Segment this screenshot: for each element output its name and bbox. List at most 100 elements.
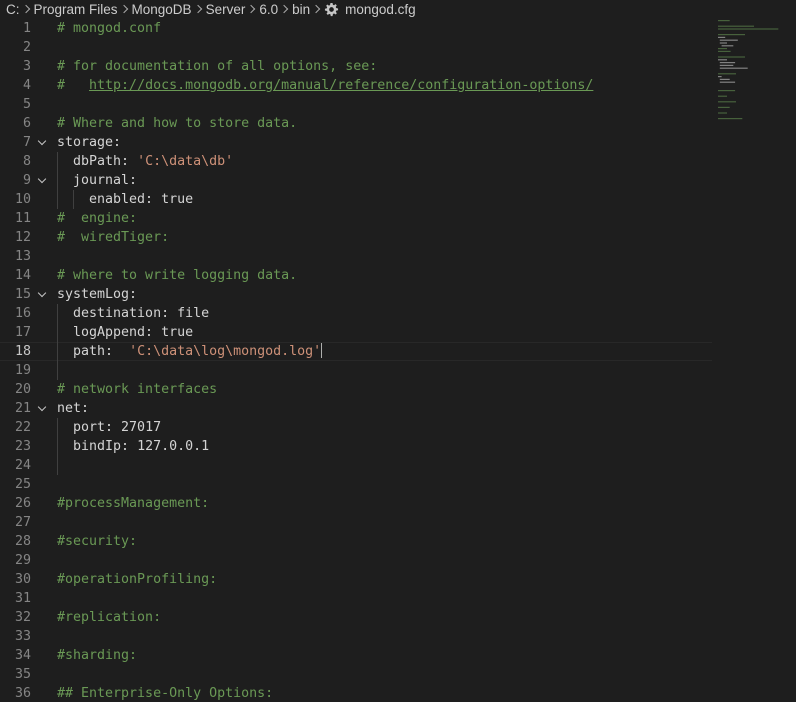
comment-text: # where to write logging data. [57,268,298,283]
line-number: 29 [14,553,31,568]
code-line[interactable]: 13 [0,247,712,266]
code-line[interactable]: 11 # engine: [0,209,712,228]
minimap-line [718,25,754,27]
yaml-key: port: [57,420,122,435]
code-line[interactable]: 10 enabled: true [0,190,712,209]
line-number: 34 [14,648,31,663]
breadcrumb-item-server[interactable]: Server [206,2,246,17]
code-line[interactable]: 36 ## Enterprise-Only Options: [0,684,712,702]
code-line[interactable]: 9 journal: [0,171,712,190]
line-number: 16 [14,306,31,321]
line-content: # mongod.conf [57,19,161,38]
minimap-line [718,118,743,120]
code-line[interactable]: 35 [0,665,712,684]
code-line[interactable]: 2 [0,38,712,57]
comment-text: #replication: [57,610,162,625]
code-line[interactable]: 8 dbPath: 'C:\data\db' [0,152,712,171]
code-line[interactable]: 5 [0,95,712,114]
line-number: 30 [14,572,31,587]
minimap-line [718,36,726,38]
code-line[interactable]: 1 # mongod.conf [0,19,712,38]
breadcrumb-item-program-files[interactable]: Program Files [34,2,118,17]
code-line[interactable]: 25 [0,475,712,494]
code-line[interactable]: 34 #sharding: [0,646,712,665]
breadcrumb-item-mongodb[interactable]: MongoDB [132,2,192,17]
code-line[interactable]: 6 # Where and how to store data. [0,114,712,133]
line-content: #operationProfiling: [57,570,217,589]
code-line[interactable]: 31 [0,589,712,608]
comment-text: #processManagement: [57,496,210,511]
line-number: 2 [22,40,31,55]
fold-chevron-icon[interactable] [37,402,47,412]
code-line[interactable]: 4 # http://docs.mongodb.org/manual/refere… [0,76,712,95]
documentation-link[interactable]: http://docs.mongodb.org/manual/reference… [89,78,593,93]
chevron-right-icon [20,0,34,18]
comment-text: # mongod.conf [57,21,162,36]
code-line[interactable]: 18 path: 'C:\data\log\mongod.log' [0,342,712,361]
minimap-line [718,50,731,52]
code-line[interactable]: 15 systemLog: [0,285,712,304]
line-number: 7 [22,135,31,150]
breadcrumb-item-version[interactable]: 6.0 [259,2,278,17]
code-line[interactable]: 32 #replication: [0,608,712,627]
line-number: 8 [22,154,31,169]
fold-chevron-icon[interactable] [37,288,47,298]
breadcrumb-item-bin[interactable]: bin [292,2,310,17]
line-content: #replication: [57,608,161,627]
code-line[interactable]: 27 [0,513,712,532]
line-number: 6 [22,116,31,131]
code-line[interactable]: 12 # wiredTiger: [0,228,712,247]
code-line[interactable]: 19 [0,361,712,380]
code-line[interactable]: 14 # where to write logging data. [0,266,712,285]
breadcrumb-item-drive[interactable]: C: [6,2,20,17]
comment-text: #operationProfiling: [57,572,218,587]
yaml-key: bindIp: [57,439,138,454]
code-line[interactable]: 23 bindIp: 127.0.0.1 [0,437,712,456]
code-line[interactable]: 24 [0,456,712,475]
text-cursor [321,343,323,358]
line-content: # network interfaces [57,380,217,399]
code-line[interactable]: 20 # network interfaces [0,380,712,399]
breadcrumb: C: Program Files MongoDB Server 6.0 bin … [0,0,796,18]
minimap-line [718,112,727,114]
code-line[interactable]: 33 [0,627,712,646]
line-number: 12 [14,230,31,245]
comment-text: # wiredTiger: [57,230,170,245]
minimap-line [718,34,745,36]
code-line[interactable]: 3 # for documentation of all options, see… [0,57,712,76]
line-number: 25 [14,477,31,492]
line-number: 13 [14,249,31,264]
chevron-right-icon [192,0,206,18]
code-line[interactable]: 30 #operationProfiling: [0,570,712,589]
code-line[interactable]: 29 [0,551,712,570]
yaml-key: logAppend: [57,325,162,340]
line-content: # http://docs.mongodb.org/manual/referen… [57,76,593,95]
breadcrumb-file[interactable]: mongod.cfg [345,2,416,17]
comment-text: ## Enterprise-Only Options: [57,686,274,701]
minimap[interactable] [716,18,796,148]
line-content: logAppend: true [57,323,193,342]
yaml-value: 27017 [121,420,162,435]
code-line[interactable]: 28 #security: [0,532,712,551]
code-editor[interactable]: 1 # mongod.conf 2 3 # for documentation of a… [0,18,796,702]
line-number: 24 [14,458,31,473]
line-content: systemLog: [57,285,137,304]
minimap-line [719,78,730,80]
code-line[interactable]: 22 port: 27017 [0,418,712,437]
line-content: ## Enterprise-Only Options: [57,684,273,702]
line-content: #security: [57,532,137,551]
code-line[interactable]: 7 storage: [0,133,712,152]
line-number: 31 [14,591,31,606]
code-line[interactable]: 21 net: [0,399,712,418]
line-number: 20 [14,382,31,397]
fold-chevron-icon[interactable] [37,174,47,184]
minimap-line [718,28,779,30]
code-line[interactable]: 17 logAppend: true [0,323,712,342]
code-line[interactable]: 26 #processManagement: [0,494,712,513]
code-line[interactable]: 16 destination: file [0,304,712,323]
line-number: 5 [22,97,31,112]
line-number: 14 [14,268,31,283]
chevron-right-icon [278,0,292,18]
fold-chevron-icon[interactable] [37,136,47,146]
yaml-value: file [177,306,210,321]
